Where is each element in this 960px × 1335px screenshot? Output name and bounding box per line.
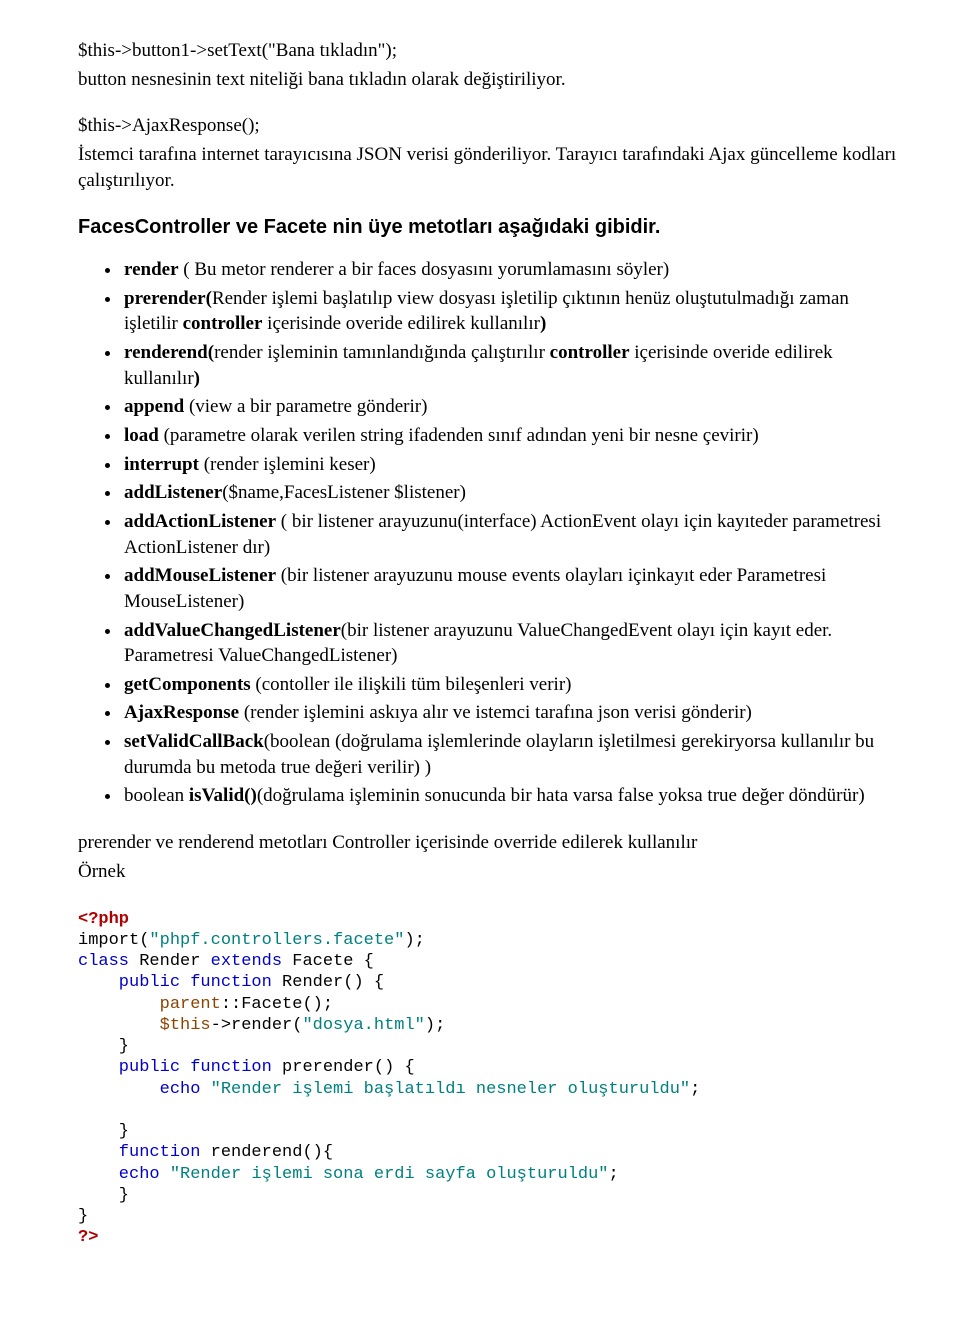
- outro-line-1: prerender ve renderend metotları Control…: [78, 830, 900, 856]
- method-name: isValid(): [189, 785, 257, 806]
- code-token: ->: [211, 1016, 231, 1035]
- method-name: renderend(: [124, 342, 214, 363]
- method-bold-2: controller: [183, 313, 263, 334]
- code-token: );: [425, 1016, 445, 1035]
- code-token: ;: [690, 1080, 700, 1099]
- code-token: }: [78, 1207, 88, 1226]
- code-keyword: public function: [78, 973, 272, 992]
- code-token: () {: [343, 973, 384, 992]
- code-keyword: public function: [78, 1058, 272, 1077]
- code-keyword: echo: [78, 1165, 170, 1184]
- list-item: renderend(render işleminin tamınlandığın…: [122, 340, 900, 391]
- method-desc: (render işlemini askıya alır ve istemci …: [239, 702, 752, 723]
- list-item: prerender(Render işlemi başlatılıp view …: [122, 286, 900, 337]
- method-bold-3: ): [540, 313, 546, 334]
- code-keyword: echo: [78, 1080, 211, 1099]
- code-keyword: extends: [211, 952, 282, 971]
- intro-line-1: $this->button1->setText("Bana tıkladın")…: [78, 38, 900, 64]
- code-token: (){: [302, 1143, 333, 1162]
- method-desc: (render işlemini keser): [199, 454, 376, 475]
- code-token: );: [404, 931, 424, 950]
- code-token: }: [78, 1122, 129, 1141]
- method-name: addMouseListener: [124, 565, 276, 586]
- method-desc: render işleminin tamınlandığında çalıştı…: [214, 342, 550, 363]
- code-php-open: <?php: [78, 910, 129, 929]
- method-desc: ( Bu metor renderer a bir faces dosyasın…: [179, 259, 670, 280]
- code-string: "Render işlemi sona erdi sayfa oluşturul…: [170, 1165, 609, 1184]
- list-item: boolean isValid()(doğrulama işleminin so…: [122, 783, 900, 809]
- method-desc: (view a bir parametre gönderir): [184, 396, 427, 417]
- code-block: <?php import("phpf.controllers.facete");…: [78, 887, 900, 1248]
- code-token: Render: [129, 952, 211, 971]
- list-item: append (view a bir parametre gönderir): [122, 394, 900, 420]
- section-heading: FacesController ve Facete nin üye metotl…: [78, 214, 900, 241]
- code-string: "phpf.controllers.facete": [149, 931, 404, 950]
- method-bold-3: ): [194, 368, 200, 389]
- code-keyword: class: [78, 952, 129, 971]
- code-token: Render: [272, 973, 343, 992]
- code-token: ;: [609, 1165, 619, 1184]
- code-token: Facete: [241, 995, 302, 1014]
- method-name: getComponents: [124, 674, 251, 695]
- list-item: addListener($name,FacesListener $listene…: [122, 480, 900, 506]
- method-name: prerender(: [124, 288, 212, 309]
- method-name: render: [124, 259, 179, 280]
- list-item: render ( Bu metor renderer a bir faces d…: [122, 257, 900, 283]
- code-token: (: [292, 1016, 302, 1035]
- intro-line-4: İstemci tarafına internet tarayıcısına J…: [78, 142, 900, 193]
- method-desc: (parametre olarak verilen string ifadend…: [159, 425, 759, 446]
- method-desc-2: içerisinde overide edilirek kullanılır: [262, 313, 540, 334]
- method-list: render ( Bu metor renderer a bir faces d…: [78, 257, 900, 809]
- intro-line-2: button nesnesinin text niteliği bana tık…: [78, 67, 900, 93]
- code-token: Facete {: [282, 952, 374, 971]
- method-name: append: [124, 396, 184, 417]
- outro-line-2: Örnek: [78, 859, 900, 885]
- method-desc: (doğrulama işleminin sonucunda bir hata …: [257, 785, 865, 806]
- method-pre: boolean: [124, 785, 189, 806]
- code-string: "dosya.html": [302, 1016, 424, 1035]
- code-token: $this: [78, 1016, 211, 1035]
- intro-line-3: $this->AjaxResponse();: [78, 113, 900, 139]
- code-token: ();: [302, 995, 333, 1014]
- code-token: prerender: [272, 1058, 374, 1077]
- code-token: renderend: [200, 1143, 302, 1162]
- code-token: ::: [221, 995, 241, 1014]
- code-token: () {: [374, 1058, 415, 1077]
- method-name: AjaxResponse: [124, 702, 239, 723]
- code-php-close: ?>: [78, 1228, 98, 1247]
- method-name: interrupt: [124, 454, 199, 475]
- code-token: parent: [78, 995, 221, 1014]
- list-item: AjaxResponse (render işlemini askıya alı…: [122, 700, 900, 726]
- list-item: load (parametre olarak verilen string if…: [122, 423, 900, 449]
- list-item: interrupt (render işlemini keser): [122, 452, 900, 478]
- method-name: load: [124, 425, 159, 446]
- method-desc: ($name,FacesListener $listener): [222, 482, 466, 503]
- code-token: import(: [78, 931, 149, 950]
- method-name: addListener: [124, 482, 222, 503]
- list-item: addMouseListener (bir listener arayuzunu…: [122, 563, 900, 614]
- list-item: addActionListener ( bir listener arayuzu…: [122, 509, 900, 560]
- method-bold-2: controller: [550, 342, 630, 363]
- method-name: setValidCallBack: [124, 731, 264, 752]
- code-keyword: function: [78, 1143, 200, 1162]
- code-string: "Render işlemi başlatıldı nesneler oluşt…: [211, 1080, 690, 1099]
- method-name: addActionListener: [124, 511, 276, 532]
- method-desc: (contoller ile ilişkili tüm bileşenleri …: [251, 674, 572, 695]
- code-token: render: [231, 1016, 292, 1035]
- list-item: getComponents (contoller ile ilişkili tü…: [122, 672, 900, 698]
- method-name: addValueChangedListener: [124, 620, 341, 641]
- code-token: }: [78, 1186, 129, 1205]
- list-item: setValidCallBack(boolean (doğrulama işle…: [122, 729, 900, 780]
- code-token: }: [78, 1037, 129, 1056]
- list-item: addValueChangedListener(bir listener ara…: [122, 618, 900, 669]
